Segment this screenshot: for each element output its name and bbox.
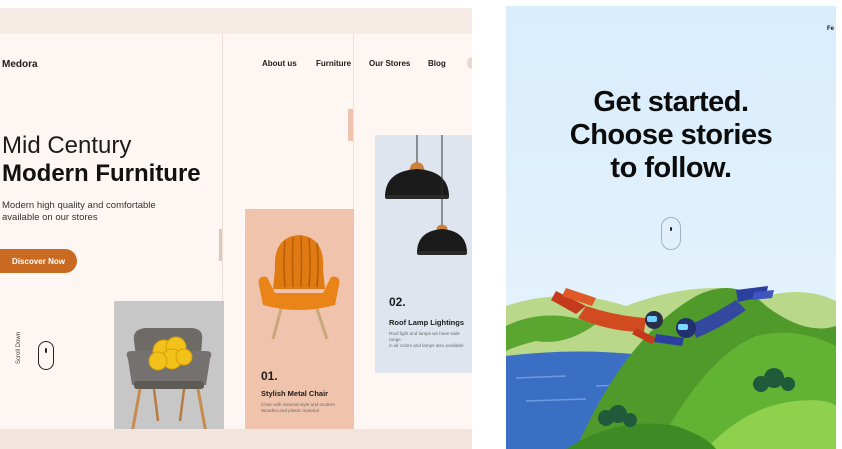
- hero-description: Modern high quality and comfortable avai…: [2, 200, 182, 224]
- hero-description-line: Modern high quality and comfortable: [2, 200, 156, 211]
- headline-line-2: Choose stories: [569, 119, 773, 151]
- accent-tab: [348, 109, 353, 141]
- headline-line-1: Get started.: [593, 86, 749, 118]
- stories-onboarding-page: Fe Get started. Choose stories to follow…: [506, 6, 836, 449]
- card-text-line: Wooden and plastic material: [261, 408, 319, 413]
- nav-our-stores[interactable]: Our Stores: [369, 59, 410, 68]
- chair-photo-card: [114, 301, 224, 449]
- nav-blog[interactable]: Blog: [428, 59, 446, 68]
- discover-now-button[interactable]: Discover Now: [0, 249, 77, 273]
- top-right-text[interactable]: Fe: [827, 26, 834, 32]
- site-logo[interactable]: Medora: [2, 59, 38, 70]
- product-card-chair[interactable]: 01. Stylish Metal Chair Chair with minim…: [245, 209, 354, 449]
- furniture-landing-page: Medora About us Furniture Our Stores Blo…: [0, 8, 472, 449]
- scroll-indicator-icon[interactable]: [661, 217, 681, 250]
- top-strip: [0, 8, 472, 34]
- card-number: 02.: [389, 295, 406, 309]
- nav-furniture[interactable]: Furniture: [316, 59, 351, 68]
- card-text-line: Roof light and lamps we have wide range: [389, 331, 460, 342]
- nav-profile-icon[interactable]: [467, 57, 472, 69]
- card-number: 01.: [261, 369, 278, 383]
- card-text: Roof light and lamps we have wide range …: [389, 331, 472, 349]
- screenshot-canvas: Medora About us Furniture Our Stores Blo…: [0, 0, 842, 449]
- orange-chair-illustration: [258, 235, 340, 340]
- nav-about-us[interactable]: About us: [262, 59, 297, 68]
- scroll-down-label: Scroll Down: [16, 331, 22, 364]
- armchair-illustration: [126, 328, 212, 434]
- card-text-line: in all colors and lamps also available: [389, 343, 464, 348]
- card-text: Chair with minimal style and modern Wood…: [261, 402, 335, 414]
- card-title: Roof Lamp Lightings: [389, 318, 464, 327]
- headline-line-3: to follow.: [610, 152, 732, 184]
- hero-description-line: available on our stores: [2, 212, 98, 223]
- hero-title-bold: Modern Furniture: [2, 160, 201, 187]
- accent-tab: [219, 229, 222, 261]
- card-title: Stylish Metal Chair: [261, 389, 329, 398]
- hero-title-light: Mid Century: [2, 132, 132, 159]
- pendant-lamps-illustration: [385, 135, 467, 255]
- bottom-strip: [0, 429, 472, 449]
- product-card-lamps[interactable]: 02. Roof Lamp Lightings Roof light and l…: [375, 135, 472, 373]
- mouse-scroll-icon[interactable]: [38, 341, 54, 370]
